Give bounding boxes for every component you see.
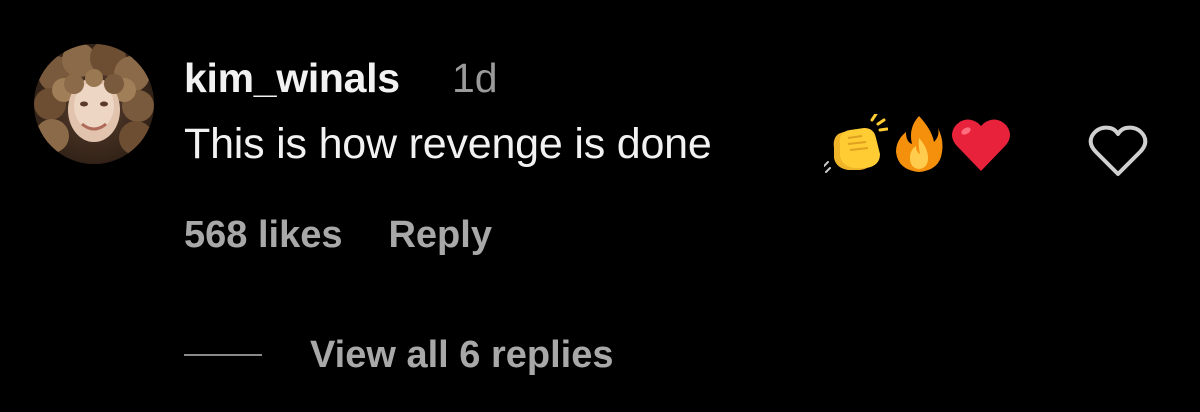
view-replies-row[interactable]: View all 6 replies (184, 330, 613, 380)
red-heart-icon (952, 119, 1010, 171)
avatar-image (34, 44, 154, 164)
comment-text: This is how revenge is done (184, 120, 712, 168)
timestamp: 1d (452, 55, 498, 101)
clapping-hands-icon (824, 114, 888, 173)
comment-container: kim_winals 1d This is how revenge is don… (0, 0, 1200, 412)
view-replies-button[interactable]: View all 6 replies (310, 334, 613, 377)
fire-icon (896, 116, 943, 172)
comment-actions: 568 likes Reply (184, 210, 492, 260)
likes-count[interactable]: 568 likes (184, 214, 342, 257)
replies-divider-line (184, 354, 262, 356)
emoji-group (824, 112, 1012, 176)
heart-outline-icon[interactable] (1086, 124, 1150, 180)
username[interactable]: kim_winals (184, 52, 400, 104)
reply-button[interactable]: Reply (388, 214, 491, 257)
avatar[interactable] (34, 44, 154, 164)
